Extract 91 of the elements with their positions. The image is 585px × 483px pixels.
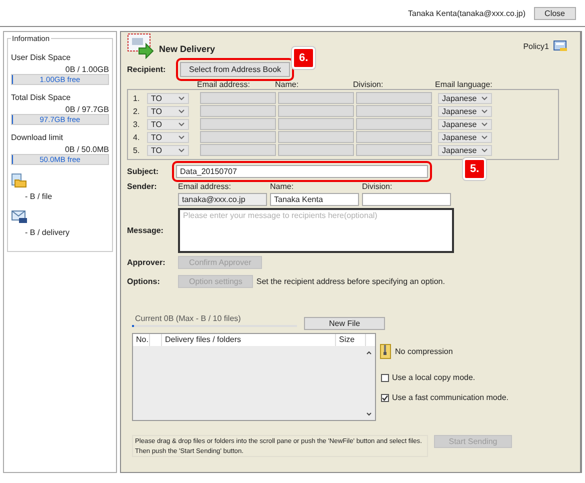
column-header: Email address:: [178, 182, 232, 190]
limit-text: - B / file: [25, 192, 54, 201]
email-field[interactable]: [200, 92, 276, 104]
subject-field[interactable]: Data_20150707: [176, 164, 428, 178]
zip-folder-icon: [380, 344, 391, 359]
division-field[interactable]: [356, 118, 432, 130]
division-field[interactable]: [356, 92, 432, 104]
sender-name-field[interactable]: Tanaka Kenta: [270, 193, 359, 206]
sender-division-field[interactable]: [362, 193, 451, 206]
chevron-icon: [481, 134, 488, 140]
checkbox[interactable]: [381, 374, 389, 382]
column-header: Name:: [275, 80, 300, 89]
chevron-icon: [178, 108, 185, 114]
row-number: 5.: [132, 146, 141, 154]
message-label: Message:: [127, 226, 164, 235]
column-header: Name:: [270, 182, 295, 190]
row-number: 3.: [132, 120, 141, 128]
language-dropdown[interactable]: Japanese: [438, 92, 492, 104]
sender-email-field[interactable]: tanaka@xxx.co.jp: [178, 193, 267, 206]
column-header: Delivery files / folders: [162, 334, 336, 346]
division-field[interactable]: [356, 144, 432, 156]
scroll-up-icon[interactable]: [366, 351, 372, 355]
policy-label: Policy1: [523, 42, 549, 50]
chevron-icon: [178, 148, 185, 152]
folder-icon: [11, 173, 27, 188]
division-field[interactable]: [356, 105, 432, 117]
chevron-icon: [481, 96, 488, 100]
chevron-icon: [178, 122, 185, 126]
envelope-icon: [11, 209, 28, 224]
type-dropdown[interactable]: TO: [147, 132, 189, 142]
message-field[interactable]: Please enter your message to recipients here(optional): [178, 208, 454, 253]
language-dropdown[interactable]: Japanese: [438, 118, 492, 130]
chevron-icon: [481, 122, 488, 126]
meter-label: Download limit: [11, 133, 64, 142]
form-title: New Delivery: [159, 44, 216, 54]
file-count: Current 0B (Max - B / 10 files): [135, 314, 242, 323]
language-dropdown[interactable]: Japanese: [438, 144, 492, 156]
meter-label: Total Disk Space: [11, 93, 72, 102]
column-header: Size: [336, 334, 366, 346]
callout-number: 6.: [292, 47, 316, 69]
chevron-icon: [481, 148, 488, 152]
sender-label: Sender:: [127, 182, 158, 190]
email-field[interactable]: [200, 105, 276, 117]
email-field[interactable]: [200, 118, 276, 130]
meter-label: User Disk Space: [11, 53, 72, 62]
scroll-down-icon[interactable]: [366, 412, 372, 416]
subject-label: Subject:: [127, 166, 160, 176]
address-book-button[interactable]: Select from Address Book: [180, 62, 290, 76]
checkbox-label: Use a local copy mode.: [392, 373, 476, 382]
checkbox[interactable]: [381, 394, 389, 402]
type-dropdown[interactable]: TO: [147, 92, 189, 104]
envelope-arrow-icon: [127, 33, 155, 59]
name-field[interactable]: [278, 144, 354, 156]
chevron-icon: [178, 134, 185, 140]
column-header: Division:: [353, 80, 384, 89]
meter-reading: 0B / 1.00GB: [64, 65, 109, 74]
policy-icon[interactable]: [553, 40, 568, 52]
name-field[interactable]: [278, 105, 354, 117]
chevron-icon: [481, 108, 488, 114]
recipient-label: Recipient:: [127, 64, 167, 74]
type-dropdown[interactable]: TO: [147, 106, 189, 116]
new-file-button[interactable]: New File: [304, 317, 386, 330]
type-dropdown[interactable]: TO: [147, 118, 189, 130]
email-field[interactable]: [200, 131, 276, 143]
email-field[interactable]: [200, 144, 276, 156]
column-header: Email address:: [197, 80, 251, 89]
chevron-icon: [178, 96, 185, 100]
meter-reading: 0B / 50.0MB: [64, 145, 109, 154]
callout-number: 5.: [463, 158, 486, 180]
checkbox-label: Use a fast communication mode.: [392, 393, 508, 402]
user-name: Tanaka Kenta(tanaka@xxx.co.jp): [408, 8, 526, 18]
options-hint: Set the recipient address before specifying an option.: [256, 277, 445, 286]
column-header: Email language:: [435, 80, 494, 89]
language-dropdown[interactable]: Japanese: [438, 106, 492, 116]
close-button[interactable]: Close: [534, 6, 576, 20]
row-number: 1.: [132, 94, 141, 102]
column-header: Division:: [362, 182, 394, 190]
meter-reading: 0B / 97.7GB: [64, 105, 109, 114]
type-dropdown[interactable]: TO: [147, 144, 189, 156]
column-header: No.: [133, 334, 150, 346]
limit-text: - B / delivery: [25, 228, 70, 237]
name-field[interactable]: [278, 131, 354, 143]
name-field[interactable]: [278, 92, 354, 104]
approver-label: Approver:: [127, 258, 166, 267]
compression-label: No compression: [395, 347, 453, 356]
options-label: Options:: [127, 277, 161, 286]
row-number: 2.: [132, 106, 141, 116]
name-field[interactable]: [278, 118, 354, 130]
division-field[interactable]: [356, 131, 432, 143]
language-dropdown[interactable]: Japanese: [438, 132, 492, 142]
row-number: 4.: [132, 132, 141, 142]
